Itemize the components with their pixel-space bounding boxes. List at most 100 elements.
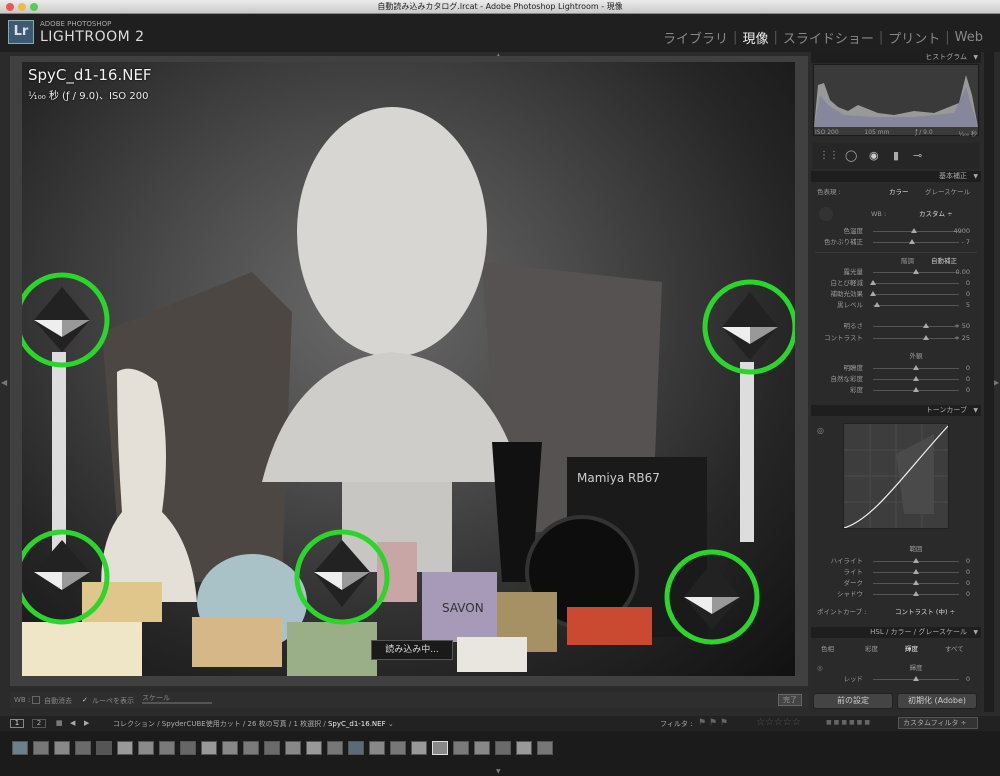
filmstrip-thumb[interactable] <box>327 741 343 755</box>
wb-slider-0[interactable]: 色温度 4900 <box>815 227 977 236</box>
hsl-tab-saturation[interactable]: 彩度 <box>865 645 878 654</box>
slider-knob[interactable] <box>913 387 919 392</box>
custom-filter-select[interactable]: カスタムフィルタ ÷ <box>898 717 978 729</box>
filmstrip-thumb[interactable] <box>33 741 49 755</box>
filmstrip-thumb[interactable] <box>117 741 133 755</box>
filmstrip-thumb[interactable] <box>369 741 385 755</box>
region-slider-3[interactable]: シャドウ 0 <box>815 590 977 599</box>
filmstrip-thumb[interactable] <box>474 741 490 755</box>
crop-icon[interactable]: ⋮⋮ <box>819 150 839 161</box>
slider-knob[interactable] <box>913 580 919 585</box>
slider-knob[interactable] <box>913 569 919 574</box>
region-slider-0[interactable]: ハイライト 0 <box>815 557 977 566</box>
slider-track[interactable] <box>873 242 959 243</box>
module-develop[interactable]: 現像 <box>737 28 773 47</box>
filmstrip-thumb[interactable] <box>54 741 70 755</box>
tone-curve-header[interactable]: トーンカーブ ▼ <box>811 405 981 416</box>
region-slider-2[interactable]: ダーク 0 <box>815 579 977 588</box>
close-window-button[interactable] <box>6 3 14 11</box>
forward-arrow-icon[interactable]: ▶ <box>84 719 89 727</box>
histogram-header[interactable]: ヒストグラム ▼ <box>811 52 981 63</box>
reset-button[interactable]: 初期化 (Adobe) <box>897 693 977 709</box>
slider-knob[interactable] <box>913 269 919 274</box>
tone-slider-1[interactable]: 白とび軽減 0 <box>815 279 977 288</box>
wb-slider-1[interactable]: 色かぶり補正 - 7 <box>815 238 977 247</box>
module-print[interactable]: プリント <box>883 28 945 47</box>
presence-slider-1[interactable]: 自然な彩度 0 <box>815 375 977 384</box>
spot-removal-icon[interactable]: ◯ <box>845 149 857 162</box>
slider-knob[interactable] <box>911 228 918 233</box>
slider-red[interactable]: レッド 0 <box>815 675 977 684</box>
filmstrip-thumb[interactable] <box>201 741 217 755</box>
basic-header[interactable]: 基本補正 ▼ <box>811 171 981 182</box>
slider-knob[interactable] <box>870 280 876 285</box>
auto-tone-button[interactable]: 自動補正 <box>931 257 957 266</box>
filmstrip-thumb[interactable] <box>138 741 154 755</box>
scale-slider[interactable] <box>142 702 212 704</box>
bottom-panel-toggle-icon[interactable]: ▼ <box>496 768 501 775</box>
filmstrip-thumb[interactable] <box>222 741 238 755</box>
grid-view-icon[interactable]: ▦ <box>56 719 63 727</box>
slider-knob[interactable] <box>913 591 919 596</box>
slider-track[interactable] <box>873 305 959 306</box>
filmstrip-thumb[interactable] <box>411 741 427 755</box>
rating-filter-stars[interactable]: ☆☆☆☆☆ <box>756 717 801 728</box>
photo-image[interactable]: Mamiya RB67 SAVON <box>22 62 795 676</box>
module-web[interactable]: Web <box>950 30 988 45</box>
graduated-filter-icon[interactable]: ▮ <box>893 149 899 162</box>
done-button[interactable]: 完了 <box>778 694 802 706</box>
minimize-window-button[interactable] <box>18 3 26 11</box>
filmstrip-thumb[interactable] <box>516 741 532 755</box>
slider-track[interactable] <box>873 294 959 295</box>
hsl-tab-all[interactable]: すべて <box>945 645 964 654</box>
slider-track[interactable] <box>873 326 959 327</box>
filmstrip-thumb[interactable] <box>159 741 175 755</box>
flag-filter-icon[interactable]: ⚑ ⚑ ⚑ <box>698 718 728 728</box>
back-arrow-icon[interactable]: ◀ <box>70 719 75 727</box>
zoom-window-button[interactable] <box>30 3 38 11</box>
filmstrip-thumb[interactable] <box>75 741 91 755</box>
module-library[interactable]: ライブラリ <box>658 28 733 47</box>
treatment-color[interactable]: カラー <box>889 188 909 197</box>
slider-knob[interactable] <box>874 302 881 307</box>
filmstrip-thumb[interactable] <box>495 741 511 755</box>
slider-knob[interactable] <box>870 291 876 296</box>
hsl-tab-luminance[interactable]: 輝度 <box>905 645 918 654</box>
filmstrip-thumb[interactable] <box>285 741 301 755</box>
tone-slider-5[interactable]: コントラスト + 25 <box>815 334 977 343</box>
tone-slider-4[interactable]: 明るさ + 50 <box>815 322 977 331</box>
filmstrip-thumb[interactable] <box>96 741 112 755</box>
slider-knob[interactable] <box>913 365 919 370</box>
filmstrip-thumb[interactable] <box>180 741 196 755</box>
presence-slider-0[interactable]: 明瞭度 0 <box>815 364 977 373</box>
filmstrip-thumb[interactable] <box>12 741 28 755</box>
presence-slider-2[interactable]: 彩度 0 <box>815 386 977 395</box>
adjustment-brush-icon[interactable]: ⊸ <box>913 149 922 162</box>
tone-curve-graph[interactable] <box>843 423 949 529</box>
slider-knob[interactable] <box>913 558 919 563</box>
filmstrip-thumb[interactable] <box>264 741 280 755</box>
hsl-header[interactable]: HSL / カラー / グレースケール ▼ <box>811 627 981 638</box>
slider-knob[interactable] <box>913 376 919 381</box>
slider-knob[interactable] <box>923 335 930 340</box>
show-loupe-check-icon[interactable]: ✓ <box>82 696 88 704</box>
hsl-tab-hue[interactable]: 色相 <box>821 645 834 654</box>
monitor-2-button[interactable]: 2 <box>32 719 46 728</box>
tone-slider-0[interactable]: 露光量 0.00 <box>815 268 977 277</box>
slider-track[interactable] <box>873 338 959 339</box>
wb-select[interactable]: カスタム ÷ <box>919 210 953 219</box>
filmstrip-thumb[interactable] <box>453 741 469 755</box>
slider-red-knob[interactable] <box>913 676 919 681</box>
tone-slider-2[interactable]: 補助光効果 0 <box>815 290 977 299</box>
point-curve-select[interactable]: コントラスト (中) ÷ <box>895 608 955 617</box>
treatment-grayscale[interactable]: グレースケール <box>925 188 970 197</box>
red-eye-icon[interactable]: ◉ <box>869 149 879 162</box>
filmstrip-thumb[interactable] <box>537 741 553 755</box>
filmstrip-thumb[interactable] <box>348 741 364 755</box>
right-panel-scrollbar[interactable] <box>984 52 994 712</box>
filmstrip-path[interactable]: コレクション / SpyderCUBE使用カット / 26 枚の写真 / 1 枚… <box>113 719 394 729</box>
filmstrip-thumb[interactable] <box>243 741 259 755</box>
monitor-1-button[interactable]: 1 <box>10 719 24 728</box>
color-label-filter[interactable]: ■■■■■■ <box>826 719 872 726</box>
filmstrip-thumb[interactable] <box>432 741 448 755</box>
